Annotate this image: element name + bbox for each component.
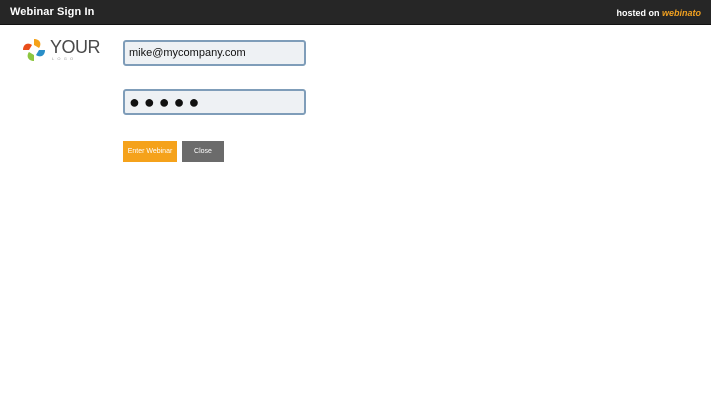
- enter-webinar-button[interactable]: Enter Webinar: [123, 141, 177, 162]
- logo-subtext: LOGO: [52, 56, 77, 61]
- hosted-by-label: hosted on webinato: [616, 8, 701, 18]
- page-title: Webinar Sign In: [10, 6, 95, 18]
- header-bar: Webinar Sign In hosted on webinato: [0, 0, 711, 25]
- logo-text: YOUR: [50, 37, 101, 57]
- hosted-prefix: hosted on: [616, 8, 660, 18]
- email-field[interactable]: [123, 40, 306, 66]
- logo-mark-icon: [23, 39, 45, 61]
- company-logo: YOUR LOGO: [20, 36, 101, 66]
- webinato-brand-logo: webinato: [661, 8, 701, 18]
- close-button[interactable]: Close: [182, 141, 224, 162]
- password-field[interactable]: [123, 89, 306, 115]
